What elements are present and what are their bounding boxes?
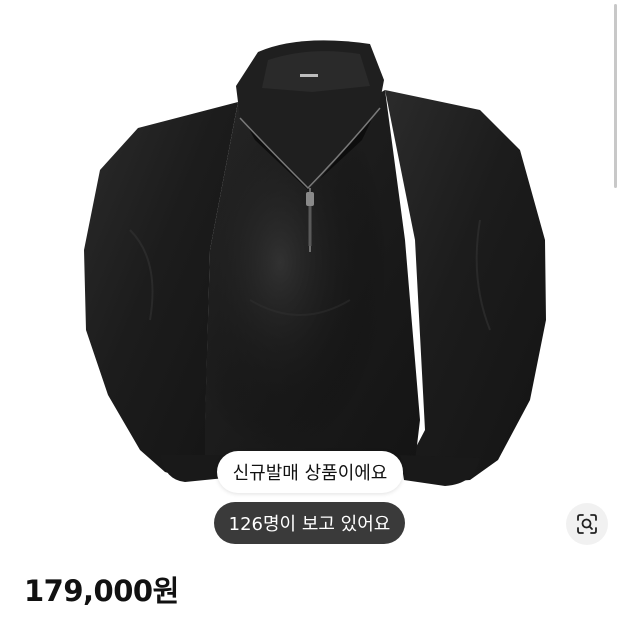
new-release-label: 신규발매 상품이에요	[232, 463, 388, 484]
new-release-badge: 신규발매 상품이에요	[217, 451, 403, 493]
viewers-label: 126명이 보고 있어요	[228, 514, 391, 535]
image-search-icon	[577, 514, 597, 534]
scrollbar[interactable]	[614, 4, 617, 188]
viewers-badge: 126명이 보고 있어요	[214, 502, 405, 544]
product-price: 179,000원	[24, 574, 179, 608]
image-search-button[interactable]	[566, 503, 608, 545]
